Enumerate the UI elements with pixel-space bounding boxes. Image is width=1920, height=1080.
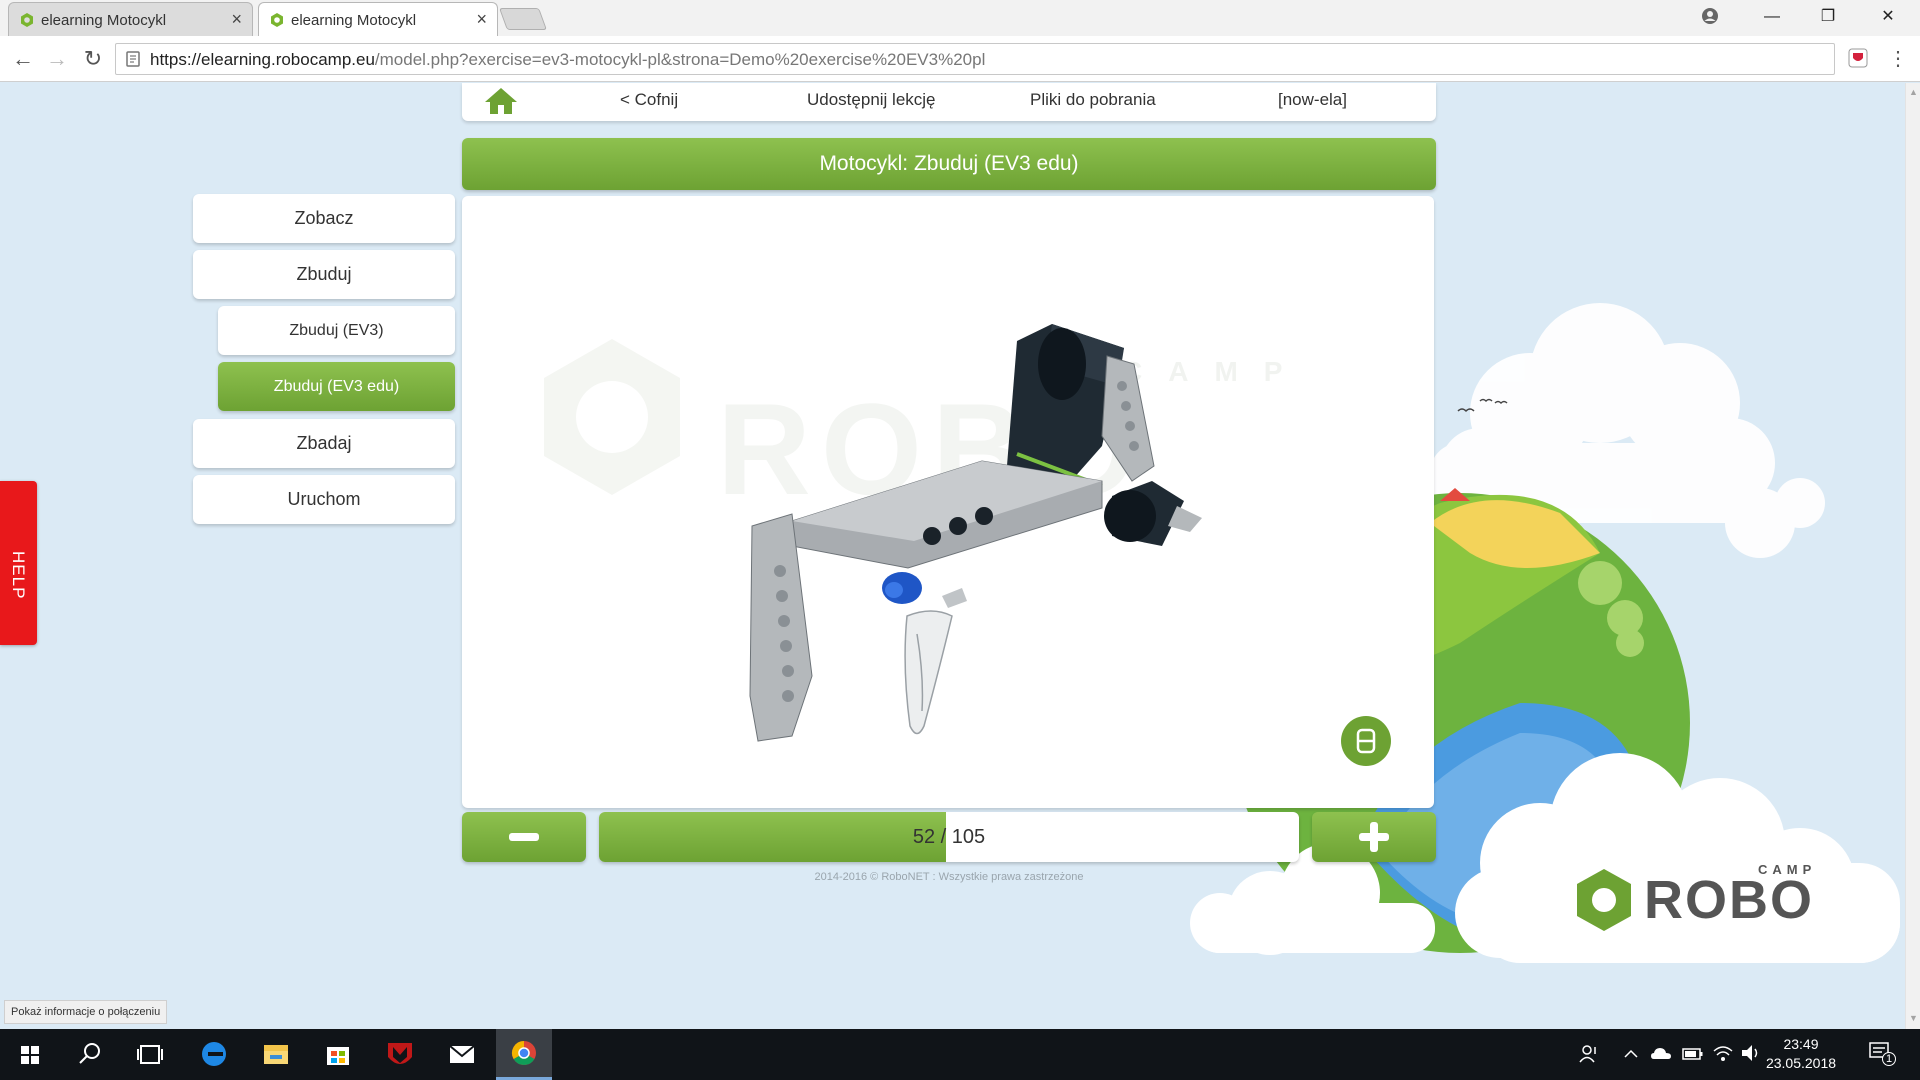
wifi-icon[interactable] — [1712, 1043, 1734, 1063]
people-icon[interactable] — [1578, 1043, 1600, 1065]
url-path: /model.php?exercise=ev3-motocykl-pl&stro… — [374, 50, 986, 69]
copyright-footer: 2014-2016 © RoboNET : Wszystkie prawa za… — [814, 871, 1084, 883]
robocamp-favicon-icon — [271, 13, 283, 27]
search-icon — [79, 1043, 100, 1064]
step-progress-bar[interactable]: 52 / 105 — [599, 812, 1299, 862]
step-counter: 52 / 105 — [599, 812, 1299, 862]
robocamp-logo: CAMP ROBO — [1572, 855, 1872, 945]
task-view-icon — [137, 1045, 163, 1064]
tab-elearning-2[interactable]: elearning Motocykl × — [258, 2, 498, 36]
close-window-button[interactable]: ✕ — [1860, 0, 1916, 34]
help-label: HELP — [9, 551, 28, 600]
clock-date: 23.05.2018 — [1765, 1055, 1837, 1071]
page-info-icon[interactable] — [124, 50, 142, 68]
mcafee-shield-icon — [388, 1043, 412, 1064]
lego-model-render — [749, 324, 1202, 742]
total-steps: 105 — [951, 826, 986, 848]
system-clock[interactable]: 23:49 23.05.2018 — [1758, 1035, 1844, 1073]
page-title: Motocykl: Zbuduj (EV3 edu) — [462, 138, 1436, 190]
file-explorer-button[interactable] — [250, 1029, 302, 1080]
extension-shield-icon[interactable] — [1848, 48, 1868, 68]
start-button[interactable] — [4, 1029, 56, 1080]
onedrive-cloud-icon[interactable] — [1650, 1045, 1672, 1063]
battery-icon[interactable] — [1682, 1046, 1704, 1062]
action-center-button[interactable]: 1 — [1868, 1041, 1896, 1067]
lesson-nav-bar: < Cofnij Udostępnij lekcję Pliki do pobr… — [462, 83, 1436, 121]
folder-icon — [264, 1045, 288, 1064]
tab-close-icon[interactable]: × — [231, 9, 242, 29]
mail-icon — [449, 1045, 475, 1063]
model-viewer[interactable]: CAMP ROBO — [462, 196, 1434, 808]
edge-taskbar-button[interactable] — [188, 1029, 240, 1080]
back-link[interactable]: < Cofnij — [620, 90, 678, 110]
home-icon[interactable] — [484, 86, 518, 116]
forward-button[interactable]: → — [42, 44, 72, 74]
scroll-up-icon[interactable]: ▲ — [1908, 87, 1919, 97]
downloads-link[interactable]: Pliki do pobrania — [1030, 90, 1156, 110]
windows-logo-icon — [21, 1046, 39, 1064]
minus-icon — [509, 833, 539, 841]
status-tooltip: Pokaż informacje o połączeniu — [4, 1000, 168, 1024]
minimize-button[interactable]: — — [1744, 0, 1800, 34]
tab-title: elearning Motocykl — [291, 12, 417, 29]
step-separator: / — [940, 826, 947, 848]
reload-button[interactable]: ↻ — [78, 44, 108, 74]
tab-close-icon[interactable]: × — [476, 9, 487, 29]
new-tab-button[interactable] — [498, 8, 548, 30]
sidebar-item-uruchom[interactable]: Uruchom — [193, 475, 455, 524]
view-reset-icon — [1356, 728, 1376, 754]
restore-button[interactable]: ❐ — [1800, 0, 1856, 34]
notification-count: 1 — [1882, 1052, 1896, 1066]
tab-title: elearning Motocykl — [41, 12, 167, 29]
logo-main-text: ROBO — [1644, 870, 1814, 930]
back-button[interactable]: ← — [8, 44, 38, 74]
chevron-up-icon[interactable] — [1622, 1045, 1640, 1063]
current-step: 52 — [912, 826, 936, 848]
chrome-taskbar-button[interactable] — [496, 1029, 552, 1080]
mail-button[interactable] — [436, 1029, 488, 1080]
page-viewport: CAMP ROBO < Cofnij Udostępnij lekcję Pli… — [0, 83, 1905, 1029]
tab-elearning-1[interactable]: elearning Motocykl × — [8, 2, 253, 36]
windows-taskbar: 23:49 23.05.2018 1 — [0, 1029, 1920, 1080]
url-host: https://elearning.robocamp.eu — [150, 50, 375, 69]
previous-step-button[interactable] — [462, 812, 586, 862]
clock-time: 23:49 — [1783, 1036, 1819, 1052]
profile-icon[interactable] — [1700, 6, 1720, 26]
sidebar-item-zbuduj-ev3-edu[interactable]: Zbuduj (EV3 edu) — [218, 362, 455, 411]
user-link[interactable]: [now-ela] — [1278, 90, 1347, 110]
next-step-button[interactable] — [1312, 812, 1436, 862]
robocamp-hexagon-icon — [1577, 869, 1631, 931]
sidebar-item-zbuduj-ev3[interactable]: Zbuduj (EV3) — [218, 306, 455, 355]
page-scrollbar[interactable]: ▲ ▼ — [1905, 83, 1920, 1029]
share-lesson-link[interactable]: Udostępnij lekcję — [807, 90, 936, 110]
robocamp-favicon-icon — [21, 13, 33, 27]
reset-view-button[interactable] — [1341, 716, 1391, 766]
sidebar-item-zbadaj[interactable]: Zbadaj — [193, 419, 455, 468]
task-view-button[interactable] — [124, 1029, 176, 1080]
sidebar-item-zbuduj[interactable]: Zbuduj — [193, 250, 455, 299]
browser-toolbar: ← → ↻ https://elearning.robocamp.eu/mode… — [0, 36, 1920, 82]
sidebar-item-zobacz[interactable]: Zobacz — [193, 194, 455, 243]
edge-icon — [202, 1042, 226, 1066]
url-text: https://elearning.robocamp.eu/model.php?… — [150, 50, 985, 70]
search-button[interactable] — [64, 1029, 116, 1080]
help-tab[interactable]: HELP — [0, 481, 37, 645]
browser-menu-button[interactable]: ⋮ — [1888, 46, 1908, 72]
plus-icon — [1359, 822, 1389, 852]
store-icon — [327, 1047, 349, 1065]
scroll-down-icon[interactable]: ▼ — [1908, 1013, 1919, 1023]
chrome-icon — [511, 1041, 536, 1066]
tab-strip: elearning Motocykl × elearning Motocykl … — [0, 0, 1920, 36]
store-button[interactable] — [312, 1029, 364, 1080]
mcafee-button[interactable] — [374, 1029, 426, 1080]
address-bar[interactable]: https://elearning.robocamp.eu/model.php?… — [115, 43, 1835, 75]
